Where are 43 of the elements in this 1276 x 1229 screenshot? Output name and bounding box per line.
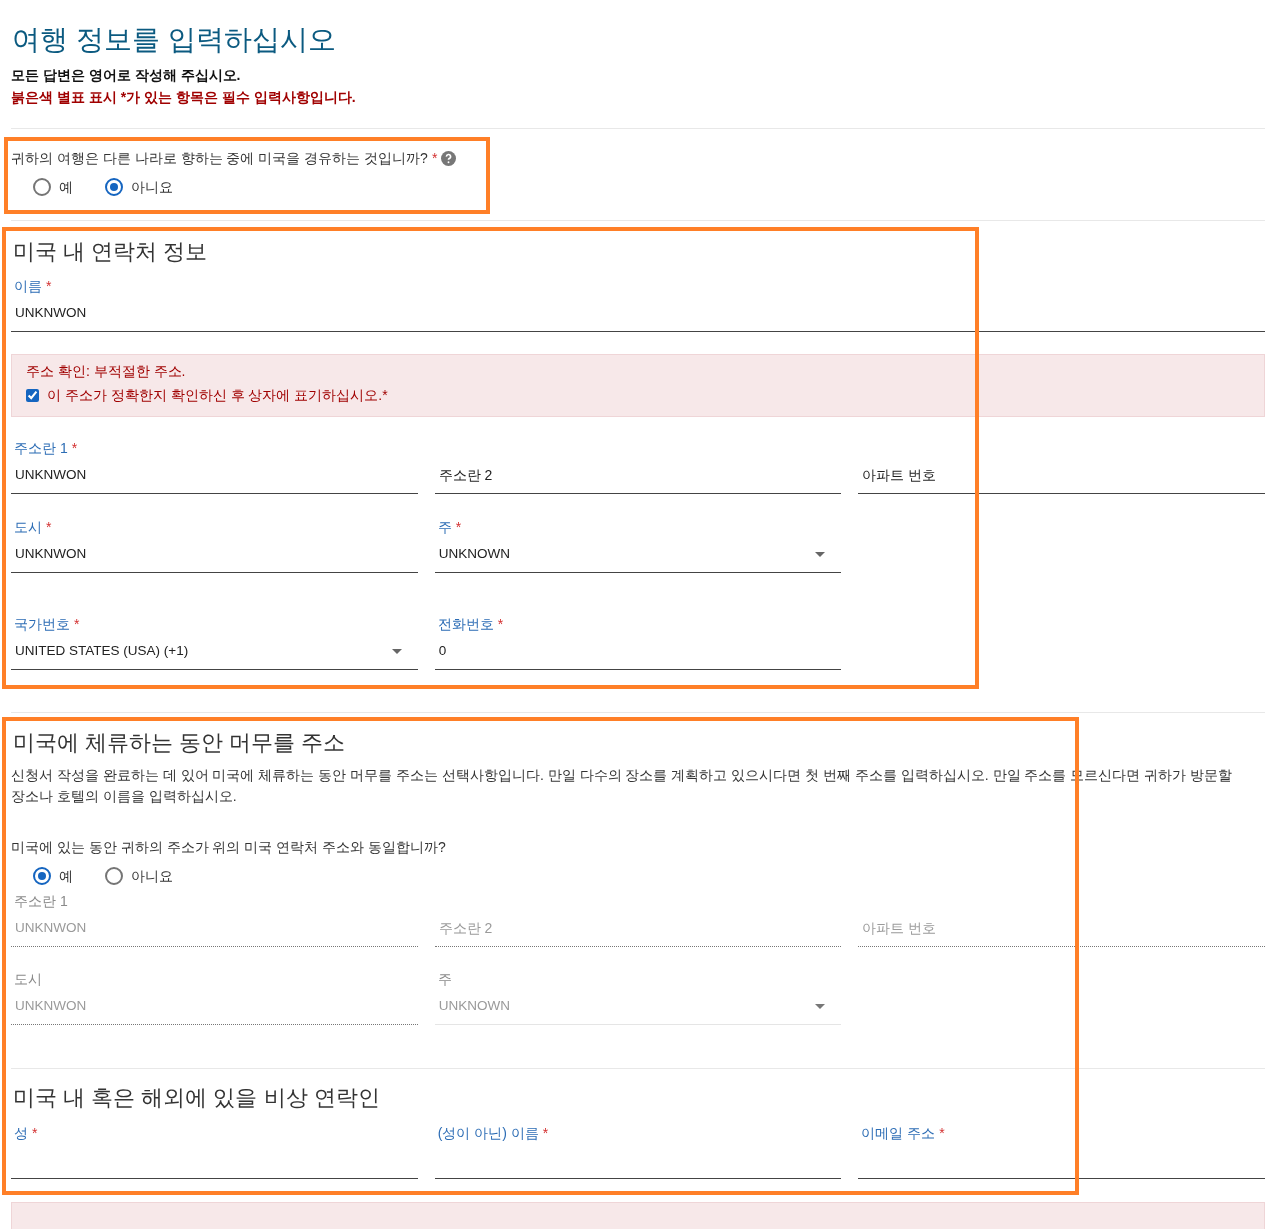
- input-field[interactable]: 아파트 번호: [858, 458, 1265, 494]
- caret-icon: [815, 1004, 826, 1009]
- section-heading: 미국 내 혹은 해외에 있을 비상 연락인: [12, 1084, 381, 1112]
- field-label: (성이 아닌) 이름 *: [436, 1123, 549, 1143]
- input-field[interactable]: UNKNWON: [11, 296, 1265, 332]
- radio-label: 예: [59, 866, 73, 886]
- section-heading: 미국 내 연락처 정보: [12, 238, 209, 266]
- confirm-label: 이 주소가 정확한지 확인하신 후 상자에 표기하십시오.*: [47, 386, 388, 405]
- radio-icon[interactable]: [105, 867, 123, 885]
- radio-icon[interactable]: [105, 178, 123, 196]
- confirm-checkbox[interactable]: [26, 389, 39, 402]
- field-label: 주소란 1 *: [13, 438, 78, 458]
- caret-icon: [815, 552, 826, 557]
- field-label: 도시: [13, 969, 42, 989]
- dropdown-field[interactable]: UNITED STATES (USA) (+1): [11, 634, 418, 670]
- page-title: 여행 정보를 입력하십시오: [11, 23, 337, 57]
- alert-message: 주소 확인: 부적절한 주소.: [26, 362, 187, 381]
- question-text: 미국에 있는 동안 귀하의 주소가 위의 미국 연락처 주소와 동일합니까?: [11, 838, 447, 857]
- field-label: 주: [436, 969, 452, 989]
- field-label: 주소란 1: [13, 891, 68, 911]
- field-label: 국가번호 *: [13, 614, 80, 634]
- help-icon[interactable]: [441, 150, 457, 166]
- field-label: 이름 *: [13, 276, 52, 296]
- input-field[interactable]: UNKNWON: [11, 458, 418, 494]
- instruction-text: 붉은색 별표 표시 *가 있는 항목은 필수 입력사항입니다.: [11, 88, 357, 107]
- field-label: 전화번호 *: [436, 614, 504, 634]
- dropdown-field[interactable]: UNKNOWN: [434, 537, 842, 573]
- radio-icon[interactable]: [33, 178, 51, 196]
- input-field[interactable]: 0: [434, 634, 842, 670]
- radio-label: 예: [59, 177, 73, 197]
- input-field[interactable]: 주소란 2: [434, 458, 842, 494]
- field-label: 도시 *: [13, 517, 52, 537]
- field-label: 성 *: [13, 1123, 38, 1143]
- caret-icon: [391, 649, 402, 654]
- field-label: 이메일 주소 *: [860, 1123, 945, 1143]
- instruction-text: 모든 답변은 영어로 작성해 주십시오.: [11, 66, 242, 85]
- radio-label: 아니요: [131, 866, 173, 886]
- section-heading: 미국에 체류하는 동안 머무를 주소: [12, 729, 347, 757]
- input-field[interactable]: UNKNWON: [11, 537, 418, 573]
- radio-label: 아니요: [131, 177, 173, 197]
- field-label: 주 *: [436, 517, 462, 537]
- radio-icon[interactable]: [33, 867, 51, 885]
- question-text: 귀하의 여행은 다른 나라로 향하는 중에 미국을 경유하는 것입니까? *: [11, 148, 438, 168]
